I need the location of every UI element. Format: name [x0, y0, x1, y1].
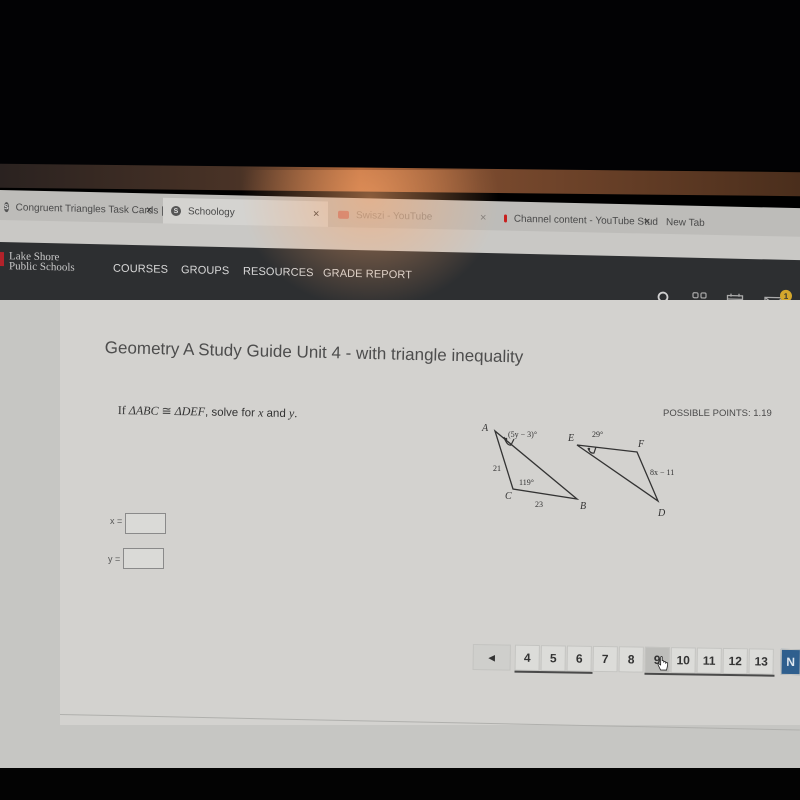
answered-indicator — [514, 670, 593, 674]
nav-courses[interactable]: COURSES — [113, 263, 168, 276]
tab-new-tab[interactable]: New Tab — [662, 209, 762, 237]
schoology-icon: S — [4, 202, 9, 213]
prev-page-button[interactable]: ◀ — [472, 643, 511, 671]
x-answer-label: x = — [110, 516, 123, 526]
q-triangle-def: ΔDEF — [174, 403, 206, 419]
vertex-b-label: B — [580, 501, 586, 512]
q-end: . — [294, 406, 298, 421]
nav-grade-report[interactable]: GRADE REPORT — [323, 267, 412, 281]
question-pagination: ◀ 4 5 6 7 8 9 10 11 12 13 N — [472, 640, 800, 685]
page-button-4[interactable]: 4 — [514, 644, 540, 672]
logo-line-2: Public Schools — [9, 260, 75, 274]
dark-background-bottom — [0, 768, 800, 800]
triangle-efd-outline — [576, 444, 660, 503]
nav-resources[interactable]: RESOURCES — [243, 266, 314, 280]
tab-title: Congruent Triangles Task Cards | — [15, 201, 164, 217]
side-fd-label: 8x − 11 — [650, 468, 674, 477]
page-button-11[interactable]: 11 — [696, 647, 722, 674]
page-button-5[interactable]: 5 — [540, 645, 566, 672]
angle-c-label: 119° — [519, 478, 534, 487]
vertex-c-label: C — [505, 491, 512, 502]
angle-a-label: (5y − 3)° — [508, 430, 537, 439]
youtube-icon — [504, 214, 507, 223]
question-text: If ΔABC ≅ ΔDEF, solve for x and y. — [118, 403, 298, 421]
youtube-icon — [338, 210, 349, 219]
tab-title: Schoology — [188, 205, 235, 218]
school-logo-icon — [0, 252, 4, 267]
page-button-13[interactable]: 13 — [748, 648, 774, 675]
angle-e-dot — [587, 447, 591, 451]
side-ac-label: 21 — [493, 464, 501, 473]
tab-title: Swiszi - YouTube — [356, 209, 433, 223]
tab-title: New Tab — [666, 216, 705, 229]
tab-title: Channel content - YouTube Stud — [513, 213, 658, 228]
page-button-12[interactable]: 12 — [722, 647, 748, 675]
q-prefix: If — [117, 403, 129, 418]
y-answer-label: y = — [108, 554, 121, 564]
q-and: and — [263, 407, 290, 420]
side-cb-label: 23 — [535, 500, 543, 509]
vertex-a-label: A — [481, 423, 489, 434]
close-icon[interactable]: × — [644, 216, 650, 228]
photo-of-screen: S Congruent Triangles Task Cards | × S S… — [0, 0, 800, 800]
page-button-6[interactable]: 6 — [566, 645, 592, 672]
close-icon[interactable]: × — [480, 212, 486, 224]
hand-cursor-icon — [657, 656, 669, 671]
vertex-d-label: D — [657, 508, 666, 519]
close-icon[interactable]: × — [146, 204, 152, 216]
q-congruent: ≅ — [158, 403, 175, 418]
triangle-abc-outline — [493, 429, 580, 501]
x-answer-input[interactable] — [125, 513, 166, 534]
angle-a-dot — [504, 437, 508, 441]
angle-e-label: 29° — [592, 430, 603, 439]
page-button-7[interactable]: 7 — [592, 645, 618, 673]
tab-congruent-triangles[interactable]: S Congruent Triangles Task Cards | × — [0, 194, 164, 224]
triangle-diagram: A B C (5y − 3)° 21 119° 23 E F D 29° 8x … — [481, 423, 674, 519]
dark-background — [0, 0, 800, 170]
school-logo[interactable]: Lake Shore Public Schools — [9, 250, 75, 274]
nav-groups[interactable]: GROUPS — [181, 264, 229, 277]
vertex-f-label: F — [637, 439, 645, 450]
schoology-icon: S — [171, 205, 181, 217]
close-icon[interactable]: × — [313, 208, 319, 220]
vertex-e-label: E — [567, 433, 574, 444]
q-triangle-abc: ΔABC — [128, 403, 159, 418]
next-button[interactable]: N — [780, 648, 800, 676]
q-middle: , solve for — [204, 406, 259, 420]
chevron-left-icon: ◀ — [488, 652, 495, 662]
y-answer-input[interactable] — [123, 548, 164, 569]
page-button-10[interactable]: 10 — [670, 647, 696, 674]
page-button-8[interactable]: 8 — [618, 646, 644, 673]
